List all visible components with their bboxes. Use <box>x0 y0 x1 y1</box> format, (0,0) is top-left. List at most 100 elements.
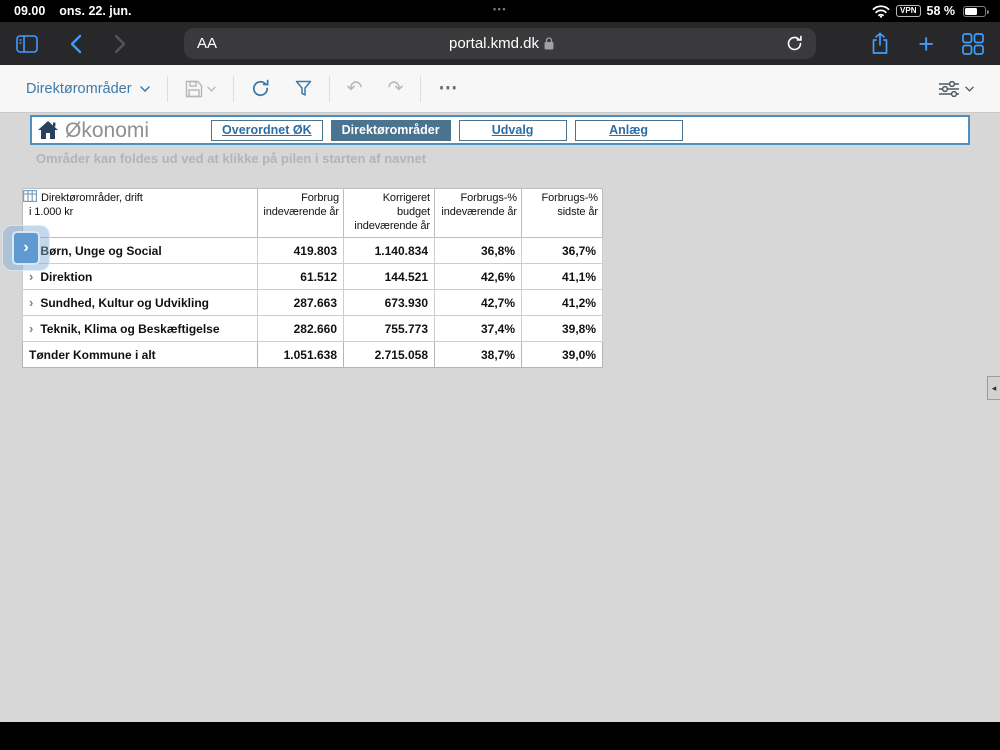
redo-icon[interactable]: ↷ <box>387 79 403 98</box>
touch-highlight[interactable]: › <box>2 225 50 271</box>
chevron-down-icon <box>207 86 216 92</box>
row-name: Direktion <box>40 270 92 284</box>
table-row: ›Teknik, Klima og Beskæftigelse 282.660 … <box>23 316 603 342</box>
date: ons. 22. jun. <box>59 4 131 18</box>
expand-row-icon[interactable]: › <box>29 321 33 336</box>
toolbar-divider <box>420 76 421 102</box>
share-icon[interactable] <box>870 32 890 55</box>
status-right: VPN 58 % <box>872 4 986 18</box>
letterbox-bar <box>0 722 1000 750</box>
forward-icon[interactable] <box>114 34 126 54</box>
new-tab-icon[interactable]: + <box>918 34 934 54</box>
report-tabs: Overordnet ØK Direktørområder Udvalg Anl… <box>211 120 683 141</box>
save-icon <box>185 80 203 98</box>
battery-fill <box>965 8 977 15</box>
total-name-cell: Tønder Kommune i alt <box>23 342 258 368</box>
row-value-cell: 37,4% <box>435 316 522 342</box>
toolbar-divider <box>233 76 234 102</box>
row-value-cell: 282.660 <box>258 316 344 342</box>
ipad-screen: 09.00 ons. 22. jun. ••• VPN 58 % <box>0 0 1000 750</box>
expand-row-icon[interactable]: › <box>29 269 33 284</box>
table-total-row: Tønder Kommune i alt 1.051.638 2.715.058… <box>23 342 603 368</box>
report-toolbar: Direktørområder ↶ ↷ ⋯ <box>0 65 1000 113</box>
row-name-cell: › Teknik, Klima og Beskæftigelse <box>23 316 258 342</box>
row-value-cell: 39,8% <box>522 316 603 342</box>
battery-icon <box>963 6 986 17</box>
home-icon[interactable] <box>38 121 58 139</box>
row-value-cell: 287.663 <box>258 290 344 316</box>
panel-collapse-handle[interactable]: ◂ <box>987 376 1000 400</box>
filter-icon[interactable] <box>295 80 312 97</box>
row-value-cell: 61.512 <box>258 264 344 290</box>
reader-mode-button[interactable]: AA <box>197 35 217 52</box>
row-name: Sundhed, Kultur og Udvikling <box>40 296 209 310</box>
expand-row-button[interactable]: › <box>12 231 40 265</box>
refresh-icon[interactable] <box>251 79 270 98</box>
url-text: portal.kmd.dk <box>449 35 539 52</box>
column-header: Forbrugs-% indeværende år <box>435 189 522 238</box>
row-name: Børn, Unge og Social <box>40 244 161 258</box>
view-selector[interactable]: Direktørområder <box>26 81 150 97</box>
row-value-cell: 1.140.834 <box>344 238 435 264</box>
column-header: Korrigeret budget indeværende år <box>344 189 435 238</box>
address-bar[interactable]: AA portal.kmd.dk <box>184 28 816 59</box>
row-value-cell: 755.773 <box>344 316 435 342</box>
clock: 09.00 <box>14 4 45 18</box>
row-value-cell: 42,6% <box>435 264 522 290</box>
row-value-cell: 42,7% <box>435 290 522 316</box>
toolbar-divider <box>329 76 330 102</box>
row-value-cell: 144.521 <box>344 264 435 290</box>
tab-overordnet-ok[interactable]: Overordnet ØK <box>211 120 323 141</box>
toolbar-divider <box>167 76 168 102</box>
tab-udvalg[interactable]: Udvalg <box>459 120 567 141</box>
back-icon[interactable] <box>70 34 82 54</box>
budget-table: Direktørområder, drift i 1.000 kr Forbru… <box>22 188 603 368</box>
row-value-cell: 41,2% <box>522 290 603 316</box>
tab-direktoromraader[interactable]: Direktørområder <box>331 120 451 141</box>
undo-icon[interactable]: ↶ <box>347 79 363 98</box>
multitasking-handle[interactable]: ••• <box>493 4 507 14</box>
expand-row-icon[interactable]: › <box>29 295 33 310</box>
lock-icon <box>544 37 554 50</box>
chevron-down-icon <box>965 86 974 92</box>
more-options-icon[interactable]: ⋯ <box>438 77 457 100</box>
row-value-cell: 41,1% <box>522 264 603 290</box>
total-value-cell: 2.715.058 <box>344 342 435 368</box>
total-value-cell: 1.051.638 <box>258 342 344 368</box>
reload-icon[interactable] <box>786 35 803 52</box>
page-header: Økonomi Overordnet ØK Direktørområder Ud… <box>30 115 970 145</box>
expand-row-icon: › <box>23 239 28 257</box>
browser-nav-right: + <box>832 32 984 55</box>
status-bar: 09.00 ons. 22. jun. ••• VPN 58 % <box>0 0 1000 22</box>
row-value-cell: 673.930 <box>344 290 435 316</box>
browser-toolbar: AA portal.kmd.dk + <box>0 22 1000 65</box>
report-content: Økonomi Overordnet ØK Direktørområder Ud… <box>0 113 1000 722</box>
row-name: Teknik, Klima og Beskæftigelse <box>40 322 219 336</box>
save-button[interactable] <box>185 80 216 98</box>
row-value-cell: 419.803 <box>258 238 344 264</box>
sidebar-icon[interactable] <box>16 35 38 53</box>
column-header-line: i 1.000 kr <box>29 206 253 220</box>
view-selector-label: Direktørområder <box>26 81 132 97</box>
row-name-cell: › Børn, Unge og Social <box>23 238 258 264</box>
tabs-grid-icon[interactable] <box>962 33 984 55</box>
page-title: Økonomi <box>65 120 149 141</box>
sliders-icon <box>939 81 959 97</box>
display-settings-button[interactable] <box>939 81 974 97</box>
table-header-row: Direktørområder, drift i 1.000 kr Forbru… <box>23 189 603 238</box>
tab-anlaeg[interactable]: Anlæg <box>575 120 683 141</box>
row-value-cell: 36,8% <box>435 238 522 264</box>
table-row: ›Børn, Unge og Social 419.803 1.140.834 … <box>23 238 603 264</box>
column-header-line: Direktørområder, drift <box>29 192 253 206</box>
battery-percent: 58 % <box>927 4 956 18</box>
table-row: › Direktion 61.512 144.521 42,6% 41,1% <box>23 264 603 290</box>
arrow-left-icon: ◂ <box>992 383 997 394</box>
table-row: › Sundhed, Kultur og Udvikling 287.663 67… <box>23 290 603 316</box>
wifi-icon <box>872 5 890 18</box>
datasheet-icon <box>23 190 37 202</box>
hint-text: Områder kan foldes ud ved at klikke på p… <box>36 151 426 166</box>
row-value-cell: 36,7% <box>522 238 603 264</box>
url-display[interactable]: portal.kmd.dk <box>217 35 786 52</box>
total-value-cell: 39,0% <box>522 342 603 368</box>
chevron-down-icon <box>140 86 150 92</box>
